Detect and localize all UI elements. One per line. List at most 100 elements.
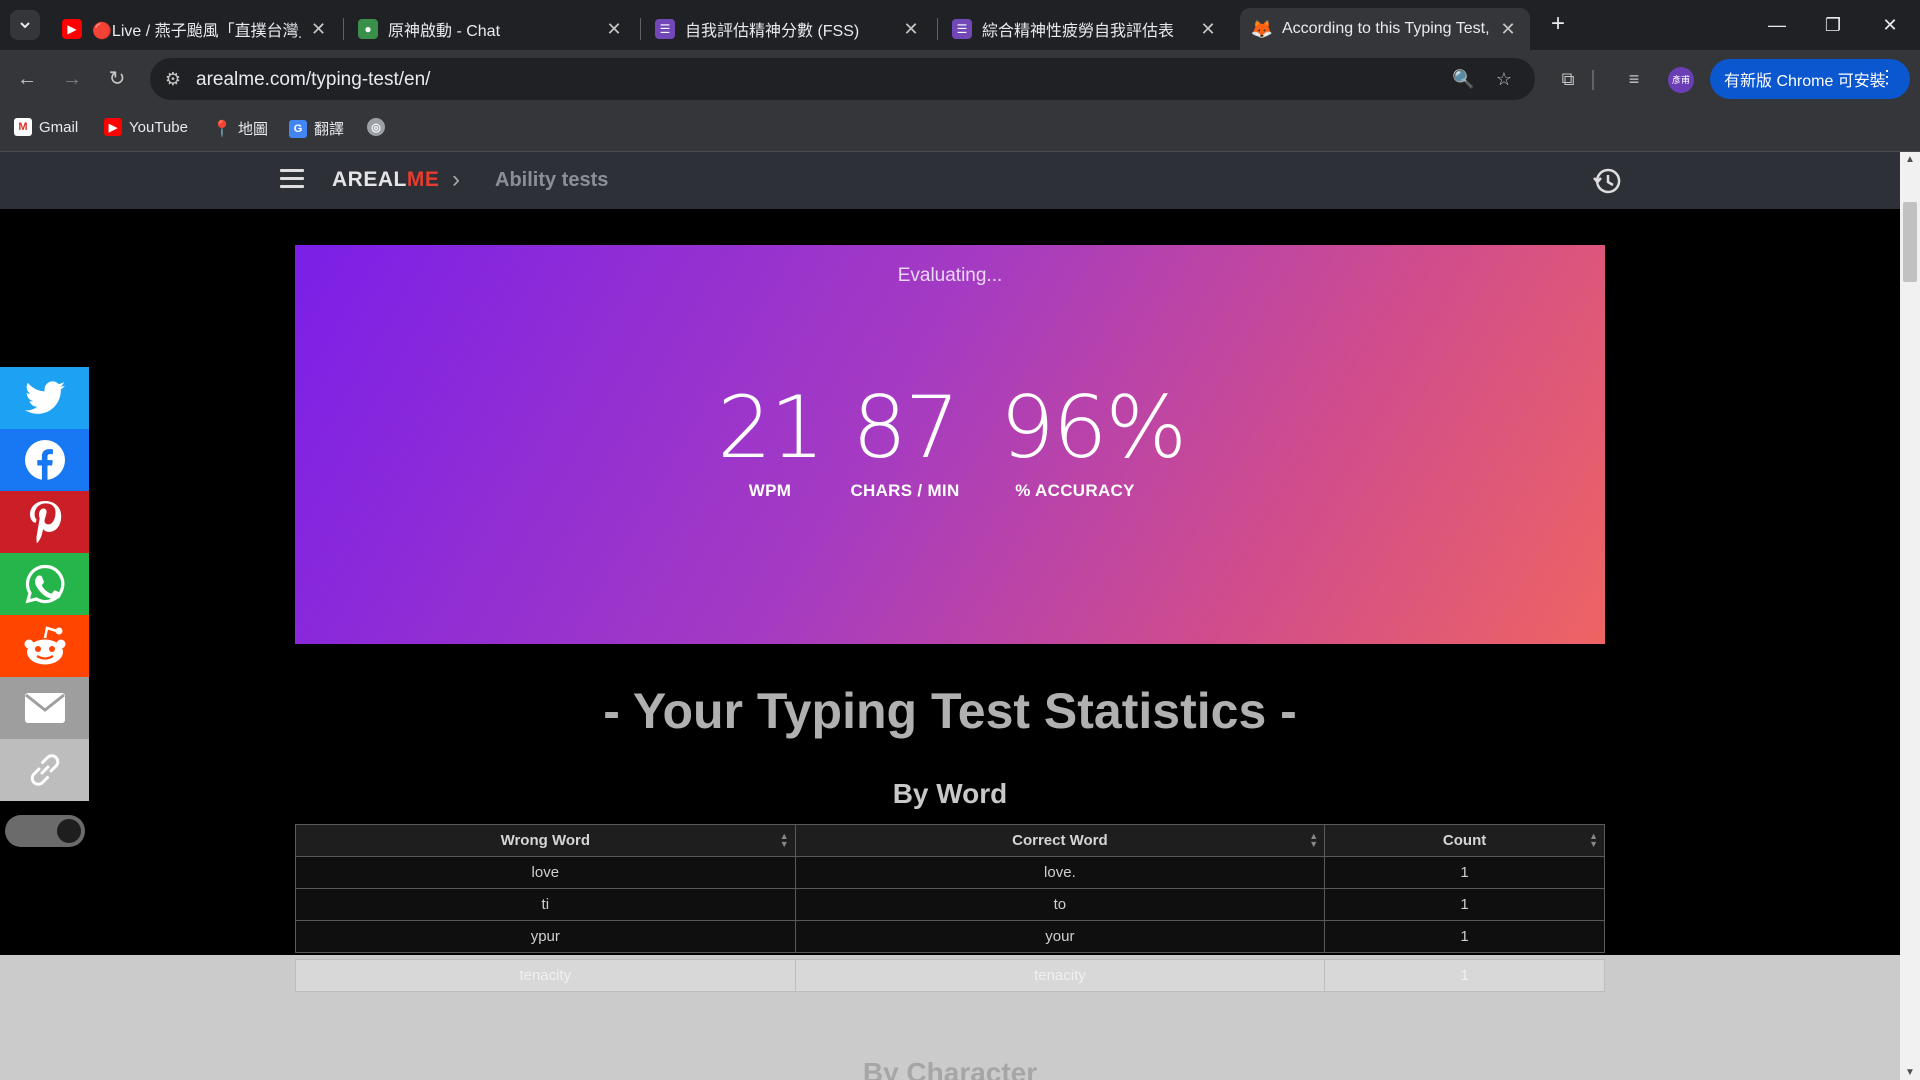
share-whatsapp-button[interactable] xyxy=(0,553,89,615)
cell-count: 1 xyxy=(1324,888,1605,921)
bookmark-maps[interactable]: 📍 地圖 xyxy=(212,118,268,139)
by-word-table-faded-row: tenacity tenacity 1 xyxy=(295,959,1605,992)
chevron-down-icon xyxy=(20,22,30,29)
minimize-button[interactable]: — xyxy=(1757,10,1797,40)
forward-button[interactable]: → xyxy=(59,66,85,92)
statistics-title: - Your Typing Test Statistics - xyxy=(603,683,1297,739)
by-word-table: Wrong Word ▲ ▼ Correct Word ▲ ▼ Count ▲ ▼ love… xyxy=(295,824,1605,953)
bookmark-star-icon[interactable]: ☆ xyxy=(1493,68,1515,90)
link-icon xyxy=(30,754,59,786)
bookmark-globe[interactable]: ◎ xyxy=(367,118,392,136)
tab-fatigue[interactable]: ☰ 綜合精神性疲勞自我評估表 ✕ xyxy=(940,8,1230,50)
by-character-heading: By Character xyxy=(862,1057,1038,1080)
bookmark-youtube[interactable]: ▶ YouTube xyxy=(104,118,188,136)
evaluation-status: Evaluating... xyxy=(897,265,1003,286)
sort-icon: ▲ ▼ xyxy=(779,831,789,849)
table-row: tenacity tenacity 1 xyxy=(295,959,1605,992)
browser-toolbar: ← → ↻ ⚙ arealme.com/typing-test/en/ 🔍 ☆ … xyxy=(0,50,1920,108)
tab-search-button[interactable] xyxy=(10,10,40,40)
sort-icon: ▲ ▼ xyxy=(1309,831,1319,849)
cell-wrong-word: love xyxy=(295,856,796,889)
column-header-correct-word[interactable]: Correct Word ▲ ▼ xyxy=(794,824,1326,857)
share-pinterest-button[interactable] xyxy=(0,491,89,553)
chevron-right-icon: › xyxy=(452,166,460,193)
result-card: Evaluating... 21 WPM 87 CHARS / MIN 96% … xyxy=(295,245,1605,644)
extensions-icon[interactable]: ⧉ xyxy=(1555,66,1581,92)
bookmark-label: Gmail xyxy=(39,118,79,136)
close-icon[interactable]: ✕ xyxy=(309,19,328,40)
reload-button[interactable]: ↻ xyxy=(104,66,130,92)
gmail-icon: M xyxy=(14,118,32,136)
bookmark-translate[interactable]: G 翻譯 xyxy=(289,118,344,139)
bookmark-label: 翻譯 xyxy=(314,121,345,138)
facebook-icon xyxy=(24,440,65,480)
stat-label: % ACCURACY xyxy=(1015,481,1135,500)
page-viewport: AREALME › Ability tests Evaluating... 21… xyxy=(0,152,1900,1080)
tab-divider xyxy=(937,18,938,40)
table-row: ypur your 1 xyxy=(295,920,1605,953)
tab-youtube-live[interactable]: ▶ 🔴Live / 燕子颱風「直撲台灣」 ✕ xyxy=(50,8,340,50)
by-word-heading: By Word xyxy=(892,778,1008,809)
bookmark-gmail[interactable]: M Gmail xyxy=(14,118,78,136)
close-icon[interactable]: ✕ xyxy=(604,19,624,40)
stat-value: 96% xyxy=(1000,378,1187,478)
sort-icon: ▲ ▼ xyxy=(1589,831,1598,849)
zoom-icon[interactable]: 🔍 xyxy=(1452,68,1474,90)
address-bar[interactable]: ⚙ arealme.com/typing-test/en/ 🔍 ☆ xyxy=(150,58,1535,100)
stat-accuracy: 96% % ACCURACY xyxy=(1000,378,1187,501)
share-twitter-button[interactable] xyxy=(0,367,89,429)
back-button[interactable]: ← xyxy=(14,66,40,92)
logo-text: AREAL xyxy=(332,168,407,191)
breadcrumb[interactable]: Ability tests xyxy=(495,169,608,192)
restore-button[interactable]: ❐ xyxy=(1813,10,1853,40)
share-email-button[interactable] xyxy=(0,677,89,739)
more-vert-icon: ⋮ xyxy=(1878,67,1896,87)
scroll-up-arrow-icon[interactable]: ▲ xyxy=(1900,154,1920,165)
column-header-wrong-word[interactable]: Wrong Word ▲ ▼ xyxy=(295,824,796,857)
history-icon[interactable] xyxy=(1592,166,1622,196)
tab-typing-test[interactable]: 🦊 According to this Typing Test, ✕ xyxy=(1240,8,1530,50)
close-icon[interactable]: ✕ xyxy=(901,19,921,40)
share-reddit-button[interactable] xyxy=(0,615,89,677)
dark-mode-toggle[interactable] xyxy=(5,815,85,847)
url-text[interactable]: arealme.com/typing-test/en/ xyxy=(196,69,430,91)
column-header-count[interactable]: Count ▲ ▼ xyxy=(1324,824,1605,857)
tab-title: 綜合精神性疲勞自我評估表 xyxy=(982,23,1175,40)
maps-icon: 📍 xyxy=(212,120,232,138)
column-label: Correct Word xyxy=(1012,832,1108,849)
tab-chat[interactable]: ● 原神啟動 - Chat ✕ xyxy=(346,8,636,50)
cell-count: 1 xyxy=(1324,959,1605,992)
site-info-icon[interactable]: ⚙ xyxy=(162,68,184,90)
globe-icon: ◎ xyxy=(367,118,385,136)
menu-icon[interactable] xyxy=(280,169,304,191)
forms-icon: ☰ xyxy=(952,19,972,39)
tab-divider xyxy=(343,18,344,40)
tab-fss[interactable]: ☰ 自我評估精神分數 (FSS) ✕ xyxy=(643,8,933,50)
moon-icon xyxy=(57,819,81,843)
scrollbar-thumb[interactable] xyxy=(1903,202,1917,282)
arealme-fox-icon: 🦊 xyxy=(1250,18,1274,39)
whatsapp-icon xyxy=(25,564,64,604)
youtube-icon: ▶ xyxy=(62,19,82,39)
site-logo[interactable]: AREALME xyxy=(332,168,439,192)
cell-correct-word: your xyxy=(794,920,1326,953)
copy-link-button[interactable] xyxy=(0,739,89,801)
share-facebook-button[interactable] xyxy=(0,429,89,491)
site-header: AREALME › Ability tests xyxy=(0,152,1900,209)
youtube-icon: ▶ xyxy=(104,118,122,136)
avatar[interactable]: 彥甫 xyxy=(1668,67,1694,93)
stat-cpm: 87 CHARS / MIN xyxy=(840,385,970,501)
page-scrollbar[interactable]: ▲ ▼ xyxy=(1900,152,1920,1080)
media-queue-icon[interactable]: ≡ xyxy=(1621,66,1647,92)
cell-wrong-word: ti xyxy=(295,888,796,921)
tab-title: According to this Typing Test, xyxy=(1282,20,1490,37)
scroll-down-arrow-icon[interactable]: ▼ xyxy=(1900,1067,1920,1078)
close-icon[interactable]: ✕ xyxy=(1198,19,1218,40)
chrome-update-button[interactable]: 有新版 Chrome 可安裝 ⋮ xyxy=(1710,59,1910,99)
close-icon[interactable]: ✕ xyxy=(1498,19,1518,40)
close-window-button[interactable]: ✕ xyxy=(1870,10,1910,40)
new-tab-button[interactable]: + xyxy=(1545,12,1571,38)
stat-label: CHARS / MIN xyxy=(850,481,960,500)
chat-app-icon: ● xyxy=(358,19,378,39)
stat-wpm: 21 WPM xyxy=(710,385,830,501)
